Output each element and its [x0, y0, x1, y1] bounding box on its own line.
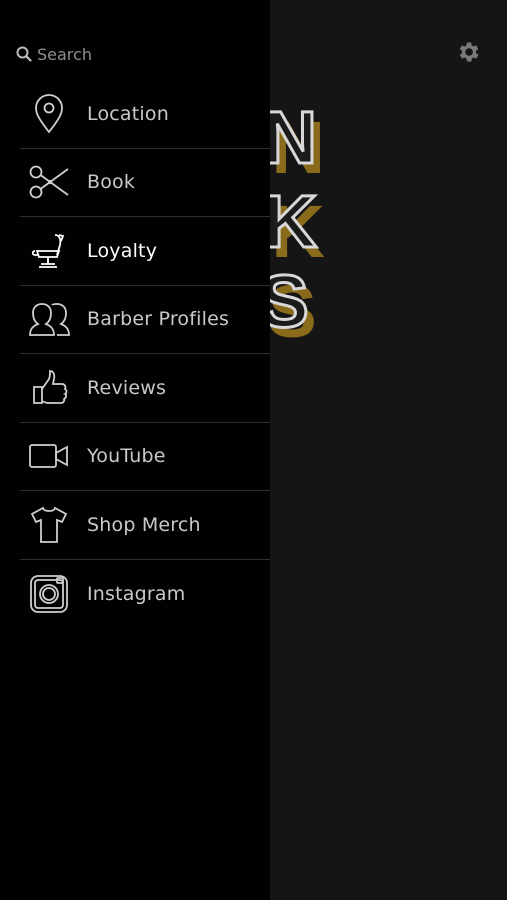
menu-item-label: YouTube — [87, 445, 166, 468]
menu-item-label: Loyalty — [87, 239, 158, 262]
menu-item-label: Instagram — [87, 582, 186, 605]
video-camera-icon — [27, 434, 71, 478]
barber-chair-icon — [27, 229, 71, 273]
settings-button[interactable] — [452, 36, 484, 68]
gear-icon — [459, 42, 479, 62]
search-icon — [16, 46, 32, 62]
search-bar[interactable] — [16, 40, 256, 68]
menu-item-youtube[interactable]: YouTube — [20, 423, 270, 491]
menu-item-barber-profiles[interactable]: Barber Profiles — [20, 286, 270, 354]
people-icon — [27, 297, 71, 341]
thumbs-up-icon — [27, 366, 71, 410]
menu-item-loyalty[interactable]: Loyalty — [20, 217, 270, 286]
menu-item-label: Shop Merch — [87, 513, 201, 536]
menu-item-book[interactable]: Book — [20, 149, 270, 217]
search-input[interactable] — [32, 44, 237, 64]
instagram-icon — [27, 572, 71, 616]
navigation-drawer: Location Book — [0, 0, 270, 900]
scissors-icon — [27, 160, 71, 204]
menu-item-location[interactable]: Location — [20, 80, 270, 149]
menu-item-instagram[interactable]: Instagram — [20, 560, 270, 629]
menu-list: Location Book Loyalty Barber Profiles Re… — [20, 80, 270, 628]
menu-item-reviews[interactable]: Reviews — [20, 354, 270, 423]
menu-item-label: Location — [87, 102, 169, 125]
menu-item-label: Reviews — [87, 376, 167, 399]
menu-item-shop-merch[interactable]: Shop Merch — [20, 491, 270, 560]
menu-item-label: Book — [87, 171, 136, 194]
t-shirt-icon — [27, 503, 71, 547]
menu-item-label: Barber Profiles — [87, 308, 230, 331]
map-pin-icon — [27, 92, 71, 136]
